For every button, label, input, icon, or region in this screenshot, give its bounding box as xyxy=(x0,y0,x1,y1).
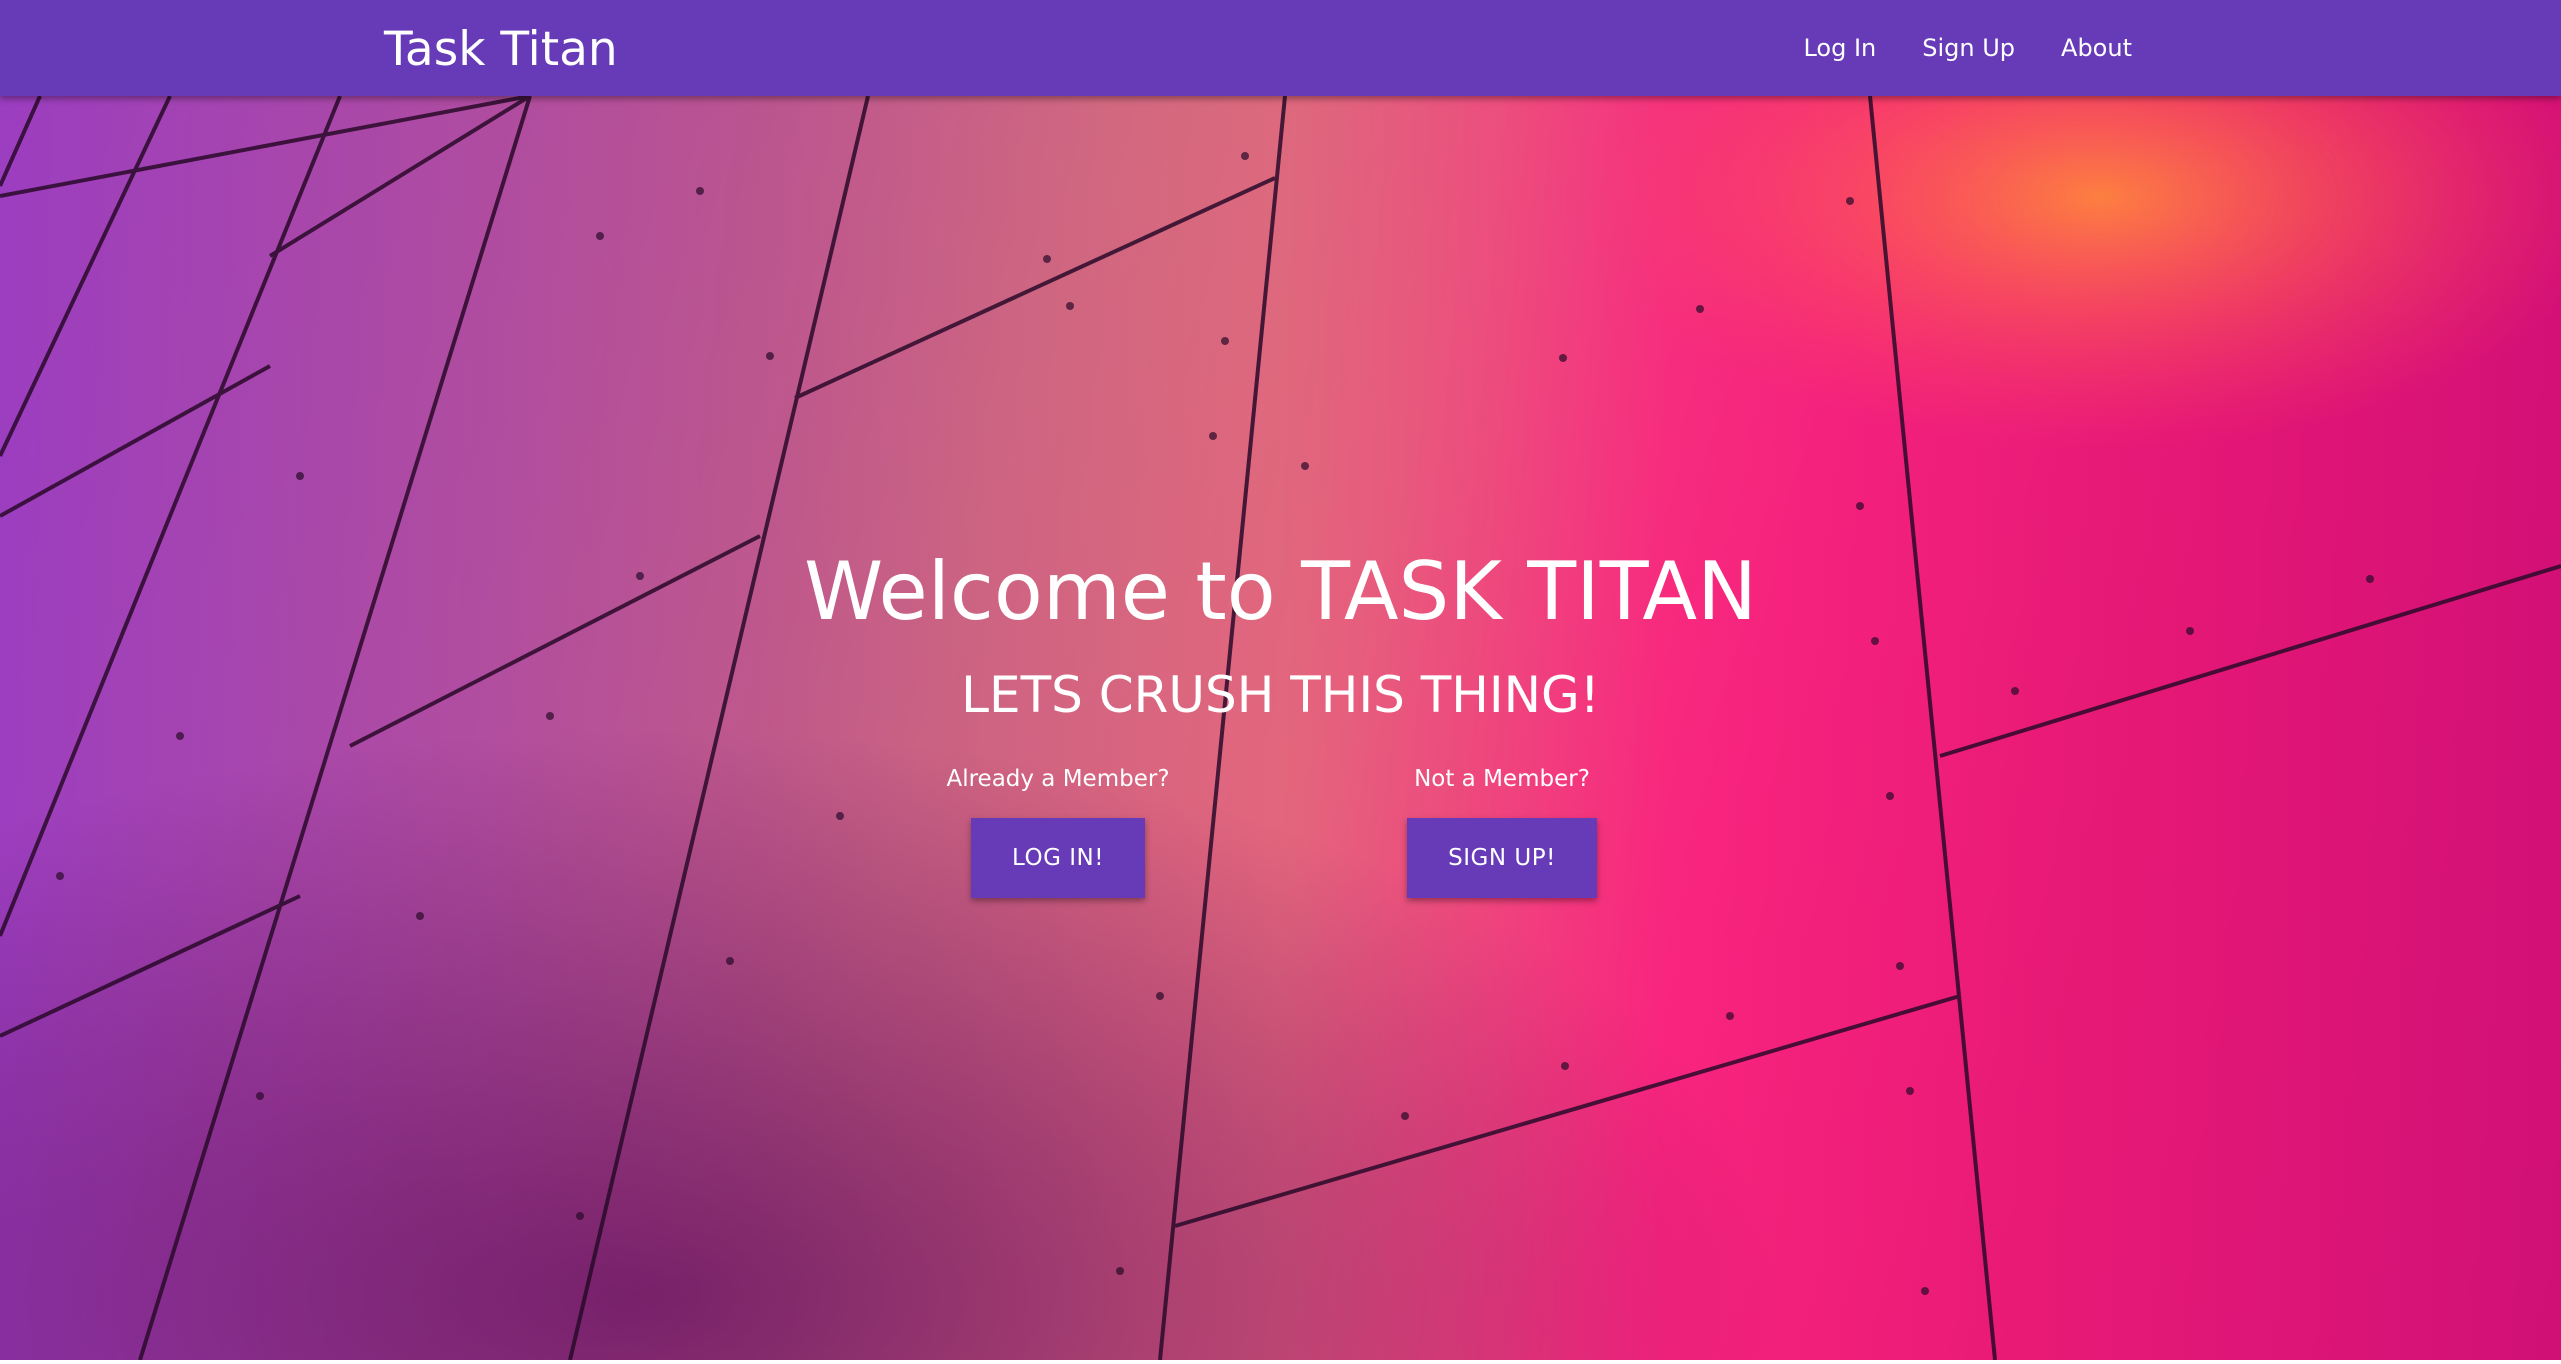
hero-content: Welcome to TASK TITAN LETS CRUSH THIS TH… xyxy=(0,96,2561,1360)
nav-links: Log In Sign Up About xyxy=(1780,0,2155,96)
login-button[interactable]: LOG IN! xyxy=(971,818,1145,898)
nav-login-link[interactable]: Log In xyxy=(1780,0,1899,96)
login-cta: Already a Member? LOG IN! xyxy=(908,764,1208,898)
brand-logo-link[interactable]: Task Titan xyxy=(384,0,618,96)
hero-subtitle: LETS CRUSH THIS THING! xyxy=(961,666,1600,724)
signup-cta-label: Not a Member? xyxy=(1414,766,1590,792)
signup-button[interactable]: SIGN UP! xyxy=(1407,818,1597,898)
login-cta-label: Already a Member? xyxy=(946,766,1170,792)
nav-about-link[interactable]: About xyxy=(2038,0,2155,96)
hero-title: Welcome to TASK TITAN xyxy=(804,545,1757,638)
signup-cta: Not a Member? SIGN UP! xyxy=(1352,764,1652,898)
nav-signup-link[interactable]: Sign Up xyxy=(1899,0,2038,96)
hero-section: Welcome to TASK TITAN LETS CRUSH THIS TH… xyxy=(0,96,2561,1360)
top-navbar: Task Titan Log In Sign Up About xyxy=(0,0,2561,96)
